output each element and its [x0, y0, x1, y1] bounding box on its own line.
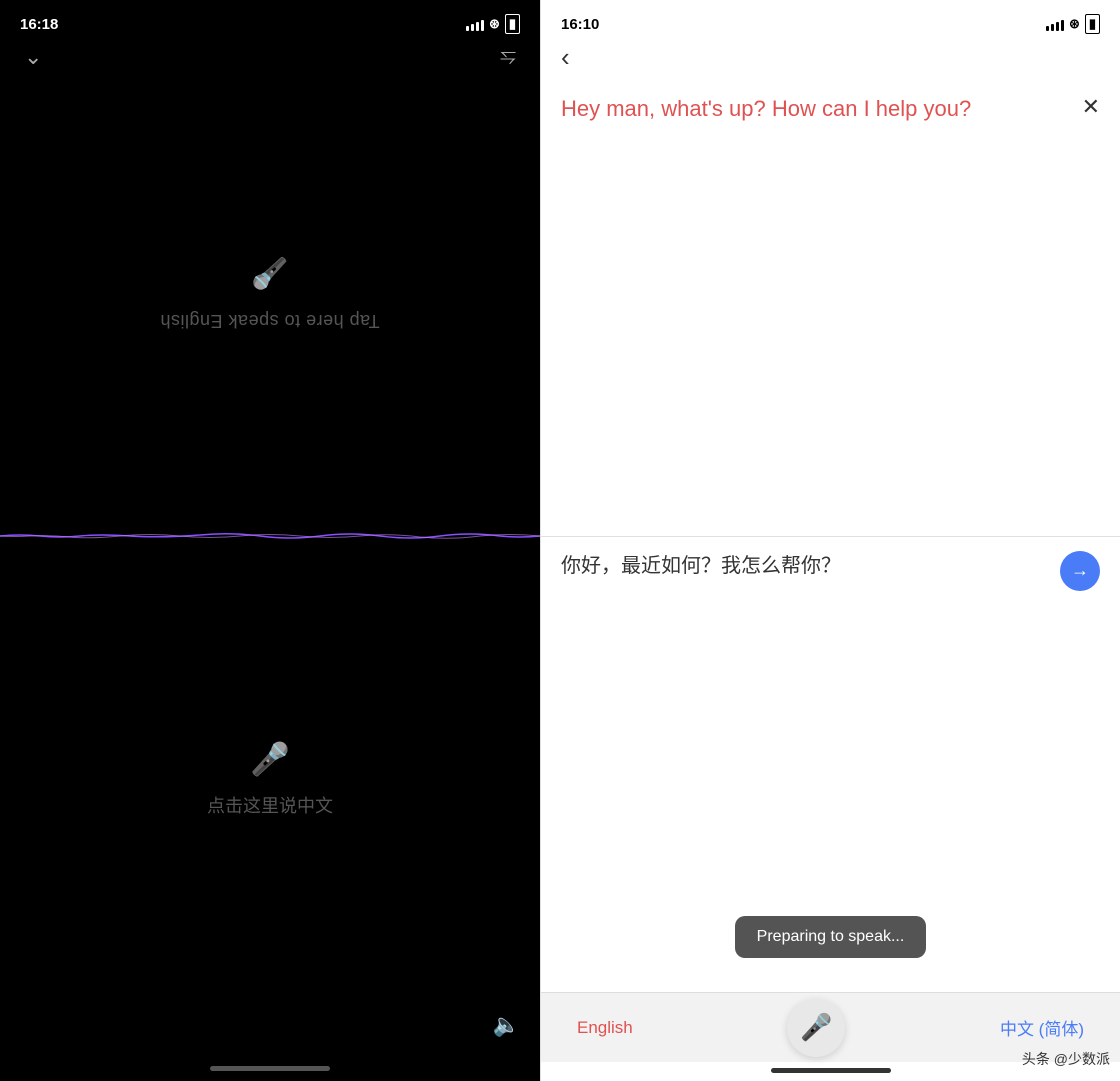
right-status-bar: 16:10 ⊛ ▮: [541, 0, 1120, 34]
tap-english-label: Tap here to speak English: [160, 310, 380, 331]
chinese-input-section[interactable]: 🎤 点击这里说中文: [207, 566, 333, 992]
mic-top-icon[interactable]: 🎤: [251, 255, 288, 290]
right-wifi-icon: ⊛: [1069, 16, 1080, 32]
tap-chinese-label: 点击这里说中文: [207, 792, 333, 818]
left-time: 16:18: [20, 16, 58, 33]
chevron-down-icon[interactable]: ⌄: [24, 44, 42, 70]
right-panel: 16:10 ⊛ ▮ ‹ Hey man, what's up? How can …: [540, 0, 1120, 1081]
left-bottom-bar: 🔈: [0, 992, 540, 1058]
mic-bottom-icon[interactable]: 🎤: [250, 740, 290, 778]
preparing-label: Preparing to speak...: [757, 928, 905, 945]
wifi-icon: ⊛: [489, 16, 500, 32]
chinese-lang-button[interactable]: 中文 (简体): [988, 1007, 1096, 1048]
english-input-section[interactable]: Tap here to speak English 🎤: [160, 80, 380, 506]
battery-icon: ▮: [505, 14, 520, 34]
left-status-icons: ⊛ ▮: [466, 14, 520, 34]
watermark: 头条 @少数派: [1022, 1049, 1110, 1069]
speaker-icon[interactable]: 🔈: [493, 1012, 520, 1038]
english-lang-button[interactable]: English: [565, 1010, 645, 1046]
right-signal-icon: [1046, 17, 1064, 31]
english-message-text: Hey man, what's up? How can I help you?: [561, 94, 1100, 522]
chinese-message-area: 你好，最近如何？我怎么帮你？ → Preparing to speak...: [541, 537, 1120, 993]
back-button[interactable]: ‹: [561, 44, 570, 70]
waveform-icon[interactable]: ⥧: [500, 46, 516, 69]
right-battery-icon: ▮: [1085, 14, 1100, 34]
signal-icon: [466, 17, 484, 31]
chinese-message-text: 你好，最近如何？我怎么帮你？: [561, 551, 1100, 907]
home-indicator-right: [771, 1068, 891, 1073]
left-status-bar: 16:18 ⊛ ▮: [0, 0, 540, 34]
mic-center-button[interactable]: 🎤: [787, 999, 845, 1057]
send-button[interactable]: →: [1060, 551, 1100, 591]
right-top-nav: ‹: [541, 34, 1120, 80]
home-indicator-left: [210, 1066, 330, 1071]
waveform-svg: [0, 506, 540, 566]
left-controls: ⌄ ⥧: [0, 34, 540, 80]
send-arrow-icon: →: [1071, 560, 1089, 581]
right-status-icons: ⊛ ▮: [1046, 14, 1100, 34]
mic-center-icon: 🎤: [800, 1012, 832, 1043]
close-button[interactable]: ✕: [1082, 94, 1100, 120]
english-message-area: Hey man, what's up? How can I help you? …: [541, 80, 1120, 537]
left-panel: 16:18 ⊛ ▮ ⌄ ⥧ Tap here to speak English …: [0, 0, 540, 1081]
right-time: 16:10: [561, 16, 599, 33]
preparing-toast: Preparing to speak...: [735, 916, 927, 958]
waveform-divider: [0, 506, 540, 566]
